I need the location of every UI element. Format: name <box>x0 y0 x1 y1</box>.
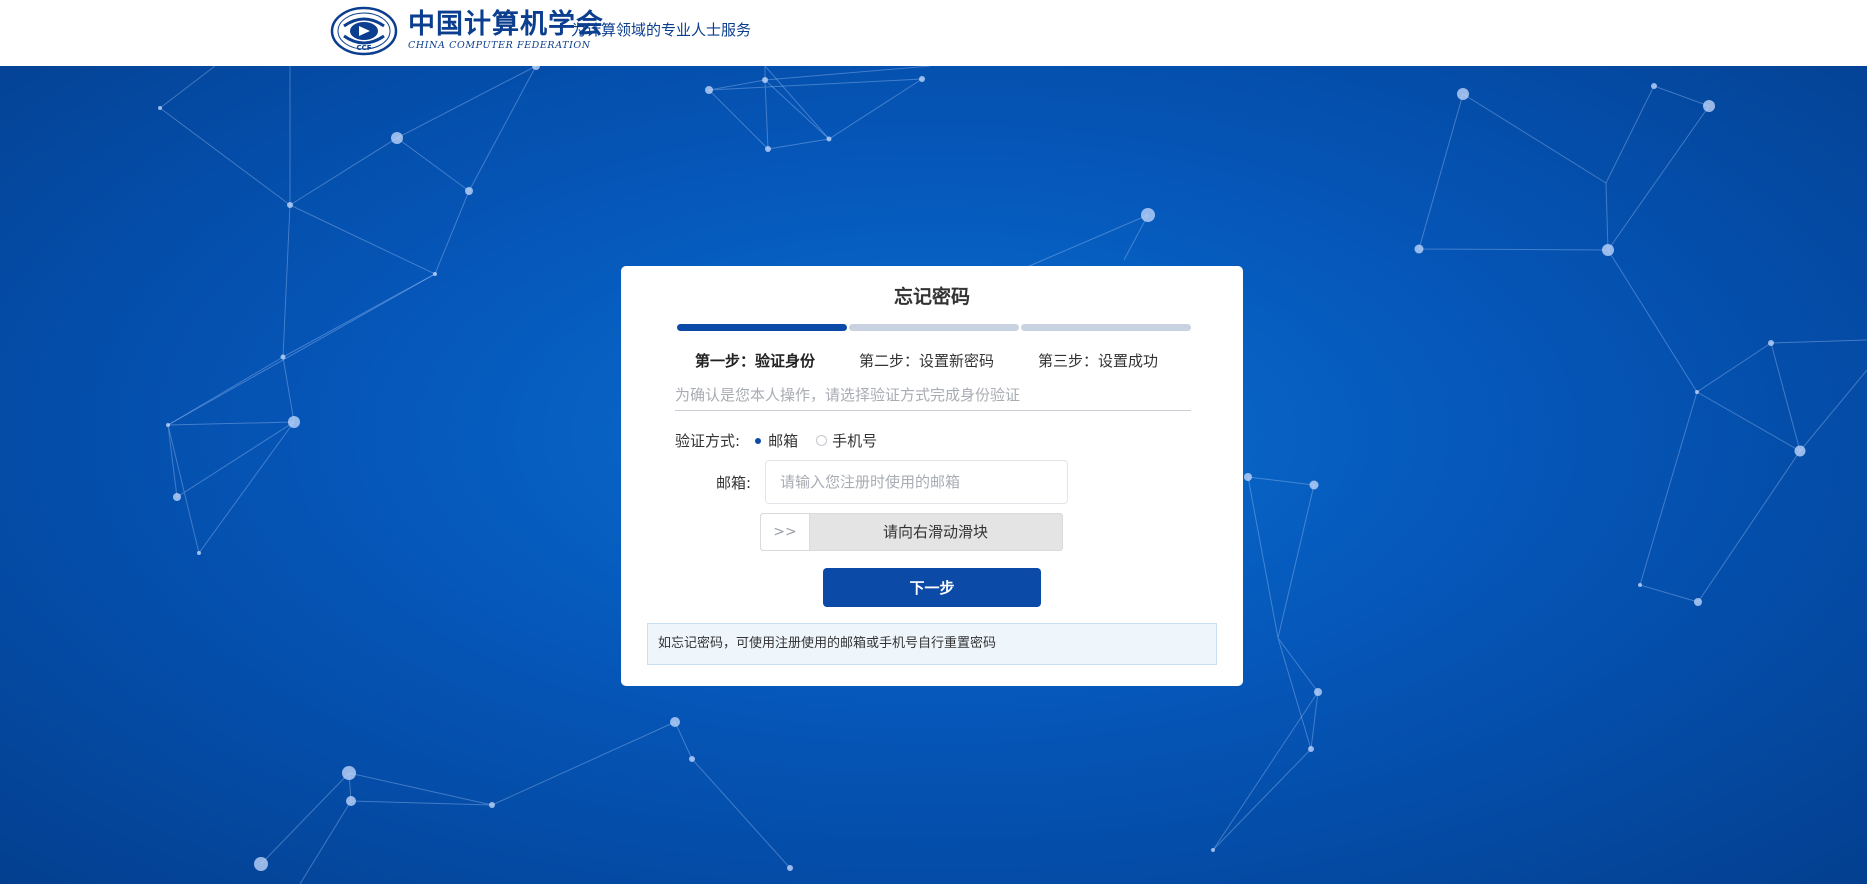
verification-method-label: 验证方式: <box>675 431 741 450</box>
method-option-email[interactable]: 邮箱 <box>752 430 798 451</box>
phone-radio[interactable] <box>816 434 828 446</box>
progress-segment-1 <box>677 324 847 331</box>
page-title: 忘记密码 <box>893 286 970 308</box>
email-radio[interactable] <box>752 434 764 446</box>
method-option-email-label: 邮箱 <box>768 431 799 450</box>
svg-text:CCF: CCF <box>356 44 371 52</box>
ccf-logo[interactable]: CCF 中国计算机学会 CHINA COMPUTER FEDERATION <box>330 5 604 57</box>
reset-tip: 如忘记密码，可使用注册使用的邮箱或手机号自行重置密码 <box>647 623 1217 665</box>
progress-segment-2 <box>849 324 1019 331</box>
slide-verify-slider[interactable]: >> 请向右滑动滑块 <box>760 513 1063 551</box>
next-step-button[interactable]: 下一步 <box>823 568 1041 607</box>
slider-handle[interactable]: >> <box>761 514 810 550</box>
step-label-verify: 第一步：验证身份 <box>695 352 816 370</box>
top-header: CCF 中国计算机学会 CHINA COMPUTER FEDERATION 为计… <box>0 0 1867 66</box>
logo-name-en: CHINA COMPUTER FEDERATION <box>408 40 591 51</box>
progress-segment-3 <box>1021 324 1191 331</box>
slogan: 为计算领域的专业人士服务 <box>571 21 752 39</box>
double-chevron-right-icon: >> <box>773 524 797 540</box>
method-option-phone-label: 手机号 <box>832 431 878 450</box>
step-progress-bar <box>677 324 1191 331</box>
email-field[interactable] <box>765 460 1068 504</box>
method-option-phone[interactable]: 手机号 <box>816 430 877 451</box>
step-label-success: 第三步：设置成功 <box>1038 352 1159 370</box>
email-label: 邮箱: <box>715 473 751 492</box>
forgot-password-card: 忘记密码 第一步：验证身份 第二步：设置新密码 第三步：设置成功 为确认是您本人… <box>621 266 1243 686</box>
verification-instruction: 为确认是您本人操作，请选择验证方式完成身份验证 <box>675 384 1191 411</box>
slider-text: 请向右滑动滑块 <box>882 523 988 541</box>
ccf-seal-icon: CCF <box>330 6 398 56</box>
step-labels: 第一步：验证身份 第二步：设置新密码 第三步：设置成功 <box>677 350 1191 370</box>
email-row: 邮箱: <box>675 459 1068 505</box>
step-label-new-password: 第二步：设置新密码 <box>859 352 995 370</box>
verification-method-row: 验证方式: 邮箱 手机号 <box>675 429 877 451</box>
